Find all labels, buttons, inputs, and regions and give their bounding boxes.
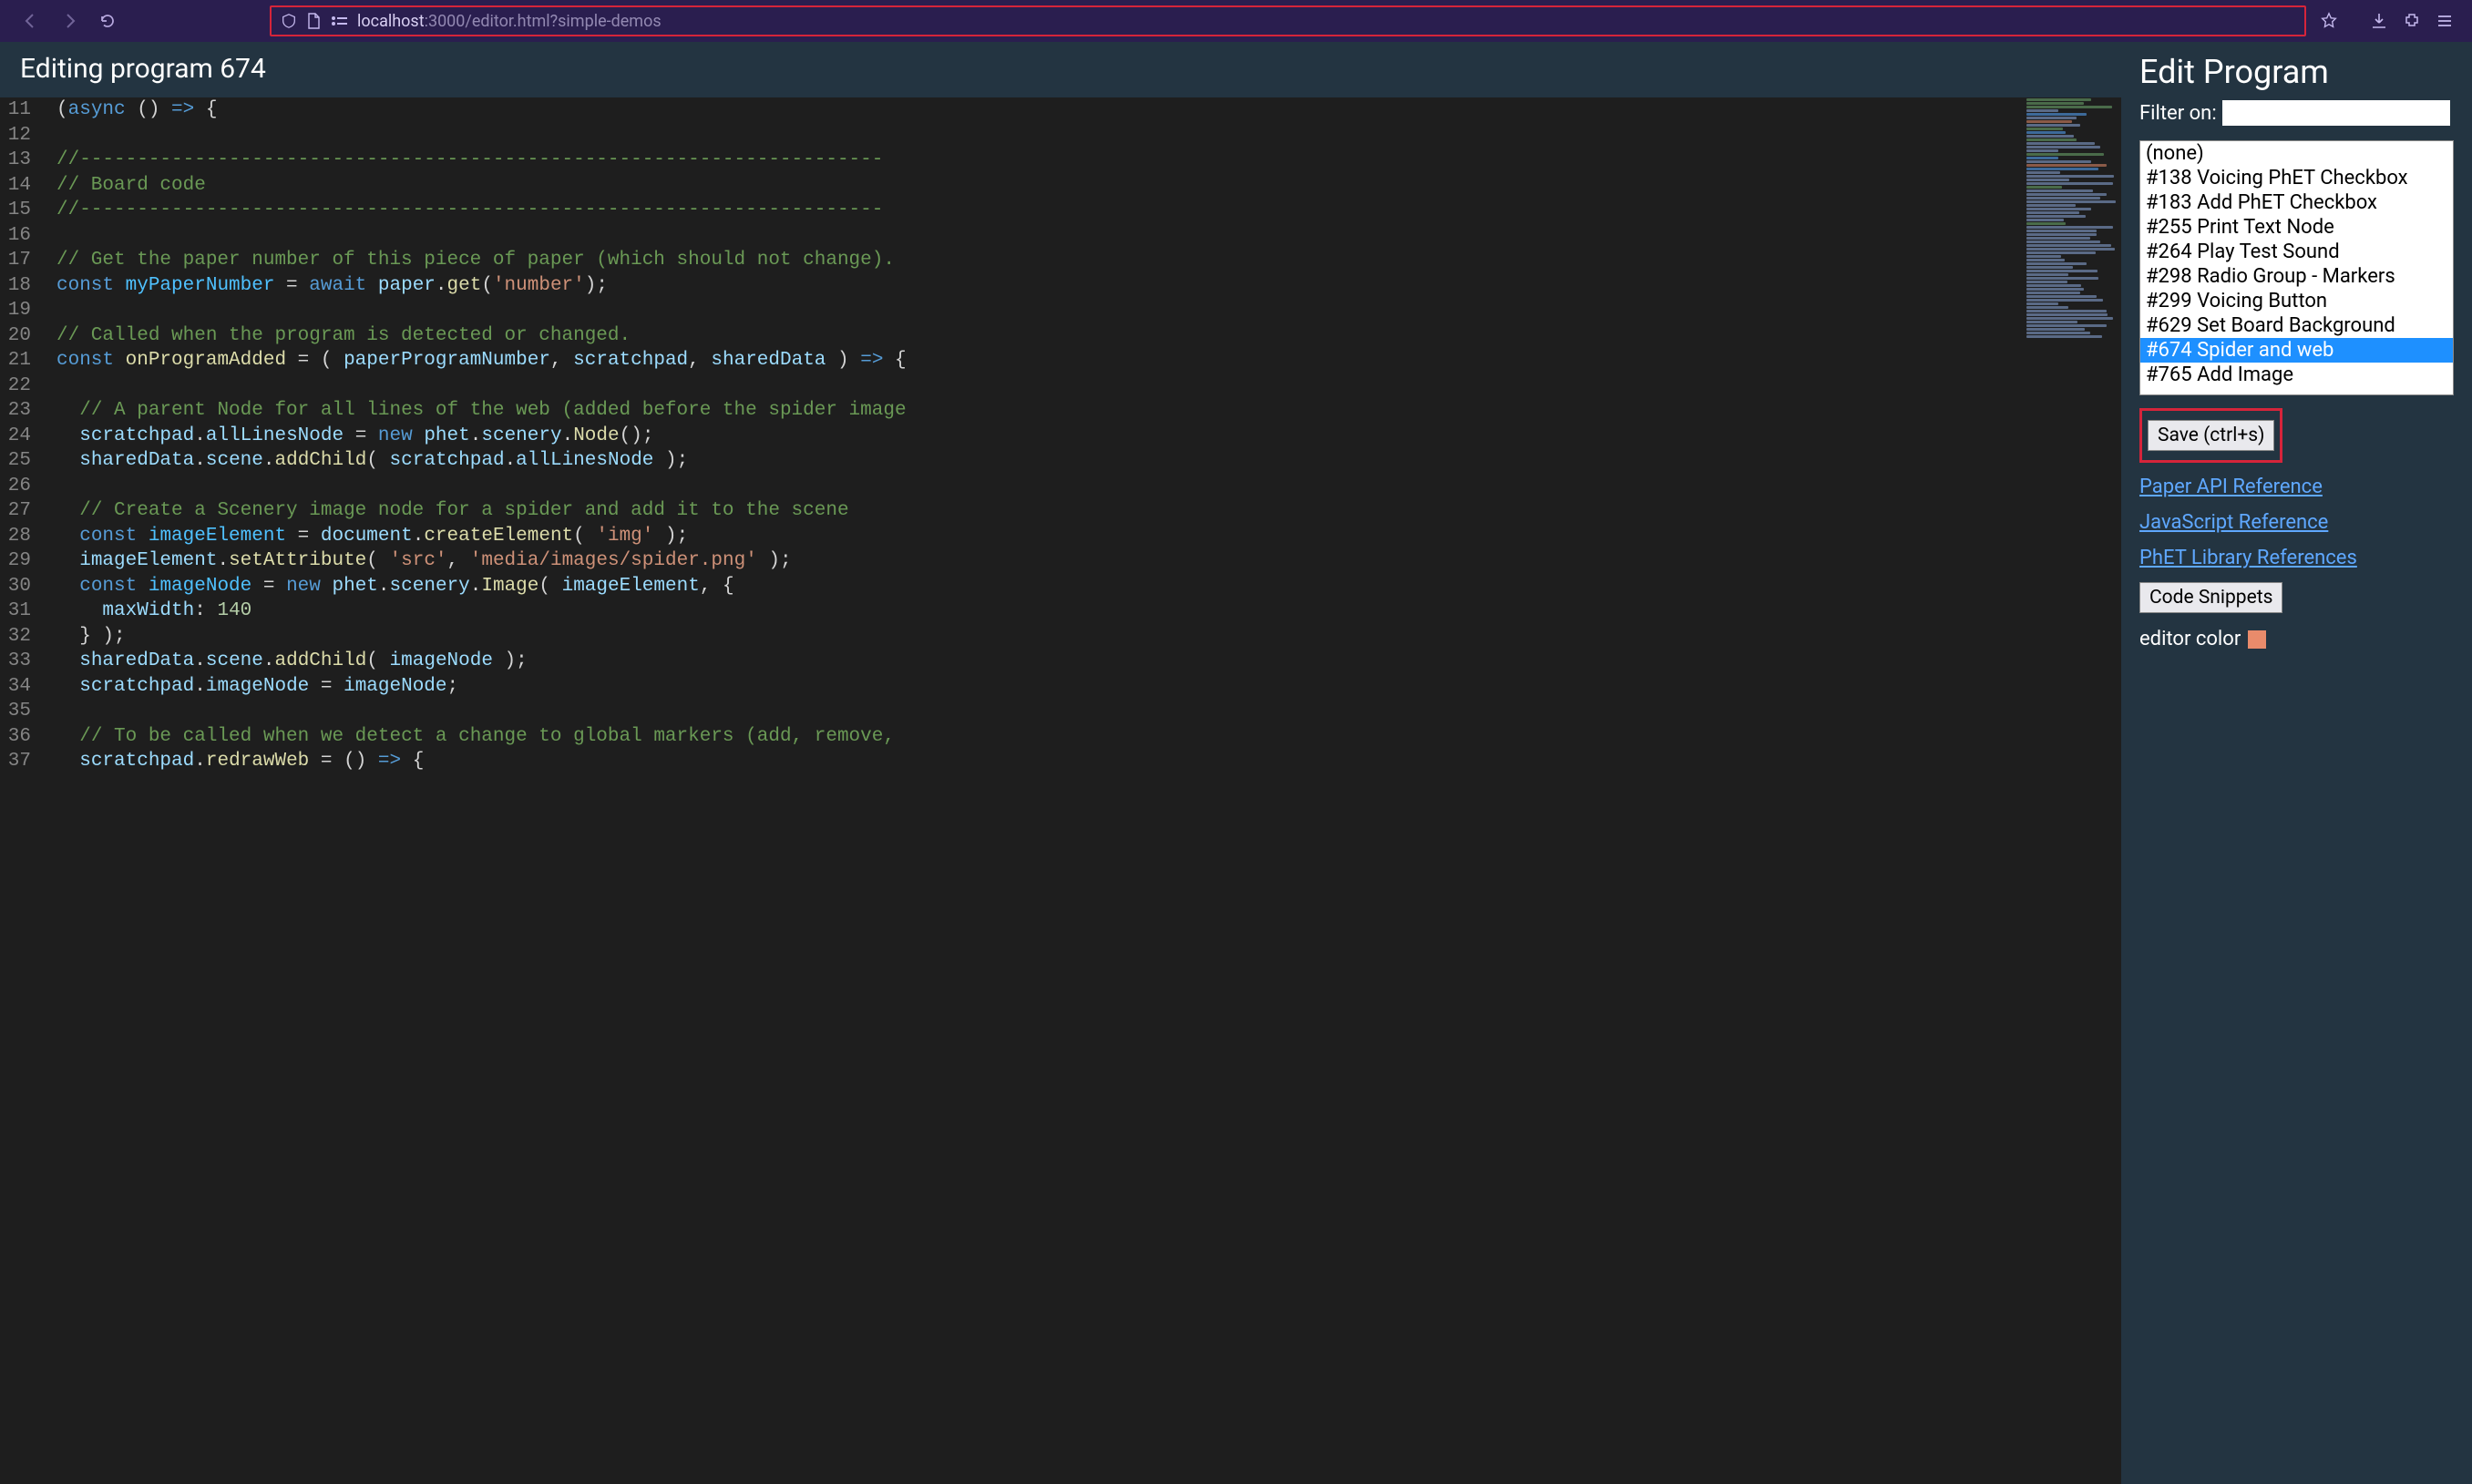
browser-toolbar: localhost:3000/editor.html?simple-demos [0,0,2472,42]
code-line[interactable]: 13//------------------------------------… [0,148,2121,173]
sidebar-title: Edit Program [2121,53,2472,97]
line-number: 28 [0,524,56,549]
save-button[interactable]: Save (ctrl+s) [2148,420,2274,451]
program-option[interactable]: #298 Radio Group - Markers [2140,264,2453,289]
code-line[interactable]: 26 [0,474,2121,499]
code-line[interactable]: 20// Called when the program is detected… [0,323,2121,349]
code-line[interactable]: 25 sharedData.scene.addChild( scratchpad… [0,448,2121,474]
line-number: 23 [0,398,56,424]
forward-button[interactable] [56,8,82,34]
line-number: 12 [0,123,56,148]
code-line[interactable]: 31 maxWidth: 140 [0,599,2121,624]
line-number: 32 [0,624,56,650]
save-region: Save (ctrl+s) [2139,408,2282,463]
code-line[interactable]: 17// Get the paper number of this piece … [0,248,2121,273]
line-number: 30 [0,574,56,599]
code-line[interactable]: 18const myPaperNumber = await paper.get(… [0,273,2121,299]
line-number: 36 [0,724,56,750]
line-number: 25 [0,448,56,474]
editor-pane: Editing program 674 11(async () => {12 1… [0,42,2121,1484]
program-option[interactable]: #138 Voicing PhET Checkbox [2140,166,2453,190]
line-number: 18 [0,273,56,299]
line-number: 27 [0,498,56,524]
code-line[interactable]: 27 // Create a Scenery image node for a … [0,498,2121,524]
code-line[interactable]: 15//------------------------------------… [0,198,2121,223]
downloads-icon[interactable] [2370,12,2388,30]
code-line[interactable]: 14// Board code [0,173,2121,199]
code-line[interactable]: 19 [0,298,2121,323]
code-line[interactable]: 11(async () => { [0,97,2121,123]
code-line[interactable]: 28 const imageElement = document.createE… [0,524,2121,549]
line-number: 31 [0,599,56,624]
code-editor[interactable]: 11(async () => {12 13//-----------------… [0,97,2121,1484]
code-line[interactable]: 32 } ); [0,624,2121,650]
code-line[interactable]: 36 // To be called when we detect a chan… [0,724,2121,750]
page-icon [306,13,321,29]
extensions-icon[interactable] [2403,12,2421,30]
code-line[interactable]: 33 sharedData.scene.addChild( imageNode … [0,649,2121,674]
line-number: 34 [0,674,56,700]
line-number: 20 [0,323,56,349]
arrow-right-icon [60,12,78,30]
menu-icon[interactable] [2436,12,2454,30]
arrow-left-icon [22,12,40,30]
reference-link[interactable]: JavaScript Reference [2139,511,2454,534]
line-number: 11 [0,97,56,123]
reference-link[interactable]: Paper API Reference [2139,476,2454,498]
url-text: localhost:3000/editor.html?simple-demos [357,12,662,31]
line-number: 26 [0,474,56,499]
line-number: 13 [0,148,56,173]
code-line[interactable]: 16 [0,223,2121,249]
code-line[interactable]: 22 [0,374,2121,399]
line-number: 29 [0,548,56,574]
line-number: 24 [0,424,56,449]
line-number: 22 [0,374,56,399]
line-number: 14 [0,173,56,199]
program-option[interactable]: #629 Set Board Background [2140,313,2453,338]
line-number: 33 [0,649,56,674]
reload-icon [98,12,117,30]
code-line[interactable]: 12 [0,123,2121,148]
code-line[interactable]: 34 scratchpad.imageNode = imageNode; [0,674,2121,700]
program-option[interactable]: #264 Play Test Sound [2140,240,2453,264]
minimap[interactable] [2021,97,2121,1484]
address-bar[interactable]: localhost:3000/editor.html?simple-demos [270,5,2306,36]
program-option[interactable]: #255 Print Text Node [2140,215,2453,240]
code-line[interactable]: 37 scratchpad.redrawWeb = () => { [0,749,2121,774]
program-option[interactable]: #183 Add PhET Checkbox [2140,190,2453,215]
back-button[interactable] [18,8,44,34]
program-option[interactable]: (none) [2140,141,2453,166]
line-number: 17 [0,248,56,273]
editor-title: Editing program 674 [0,42,2121,97]
filter-label: Filter on: [2139,102,2217,125]
reference-link[interactable]: PhET Library References [2139,547,2454,569]
code-line[interactable]: 23 // A parent Node for all lines of the… [0,398,2121,424]
editor-color-label: editor color [2139,628,2241,650]
bookmark-star-icon[interactable] [2319,11,2339,31]
code-line[interactable]: 35 [0,699,2121,724]
line-number: 21 [0,348,56,374]
program-option[interactable]: #674 Spider and web [2140,338,2453,363]
line-number: 19 [0,298,56,323]
program-list[interactable]: (none)#138 Voicing PhET Checkbox#183 Add… [2139,140,2454,395]
code-line[interactable]: 24 scratchpad.allLinesNode = new phet.sc… [0,424,2121,449]
line-number: 37 [0,749,56,774]
line-number: 35 [0,699,56,724]
reload-button[interactable] [95,8,120,34]
code-snippets-button[interactable]: Code Snippets [2139,582,2282,613]
code-line[interactable]: 30 const imageNode = new phet.scenery.Im… [0,574,2121,599]
line-number: 16 [0,223,56,249]
shield-icon [281,13,297,29]
permissions-icon [330,15,348,27]
sidebar: Edit Program Filter on: (none)#138 Voici… [2121,42,2472,1484]
program-option[interactable]: #299 Voicing Button [2140,289,2453,313]
editor-color-swatch[interactable] [2248,630,2266,649]
filter-input[interactable] [2222,100,2450,126]
code-line[interactable]: 29 imageElement.setAttribute( 'src', 'me… [0,548,2121,574]
line-number: 15 [0,198,56,223]
program-option[interactable]: #765 Add Image [2140,363,2453,387]
code-line[interactable]: 21const onProgramAdded = ( paperProgramN… [0,348,2121,374]
